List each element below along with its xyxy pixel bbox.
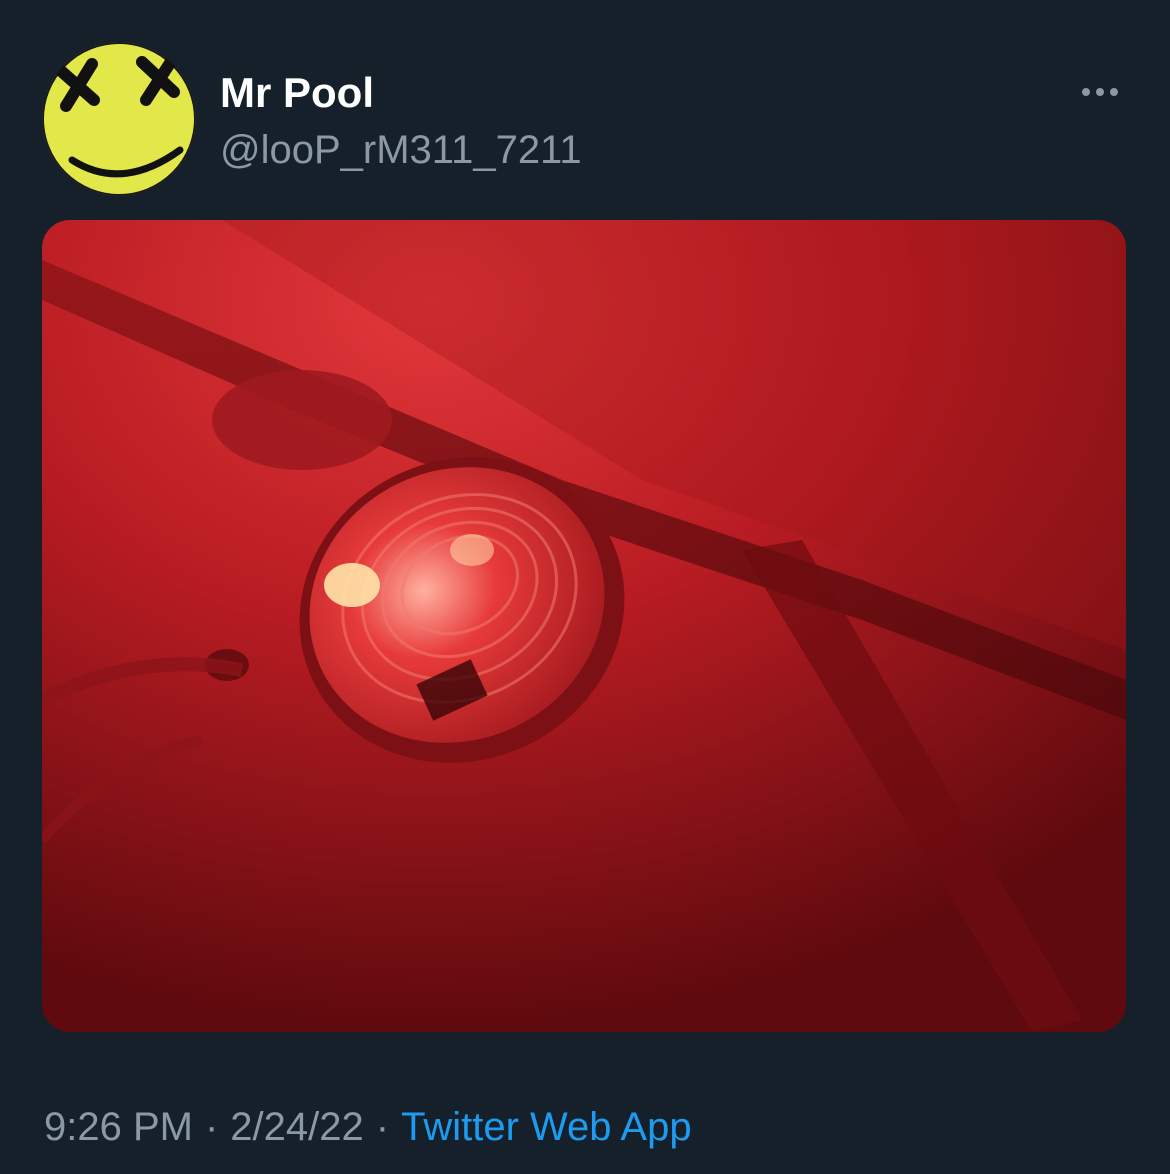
author-handle[interactable]: @looP_rM311_7211	[220, 126, 582, 174]
avatar-smiley-image	[42, 42, 196, 196]
avatar[interactable]	[42, 42, 196, 196]
tweet-date[interactable]: 2/24/22	[230, 1105, 363, 1149]
tweet-source-link[interactable]: Twitter Web App	[401, 1105, 692, 1149]
separator-dot: ·	[375, 1105, 390, 1149]
more-horizontal-icon	[1082, 88, 1118, 96]
separator-dot: ·	[204, 1105, 219, 1149]
tweet-card: Mr Pool @looP_rM311_7211 9:26 PM · 2/24/…	[0, 0, 1170, 1174]
more-options-button[interactable]	[1076, 76, 1124, 108]
author-info: Mr Pool @looP_rM311_7211	[220, 68, 582, 174]
tweet-photo[interactable]	[42, 220, 1126, 1032]
author-display-name[interactable]: Mr Pool	[220, 68, 582, 118]
tweet-time[interactable]: 9:26 PM	[44, 1105, 193, 1149]
tweet-metadata: 9:26 PM · 2/24/22 · Twitter Web App	[44, 1102, 692, 1152]
red-light-photo	[42, 220, 1126, 1032]
